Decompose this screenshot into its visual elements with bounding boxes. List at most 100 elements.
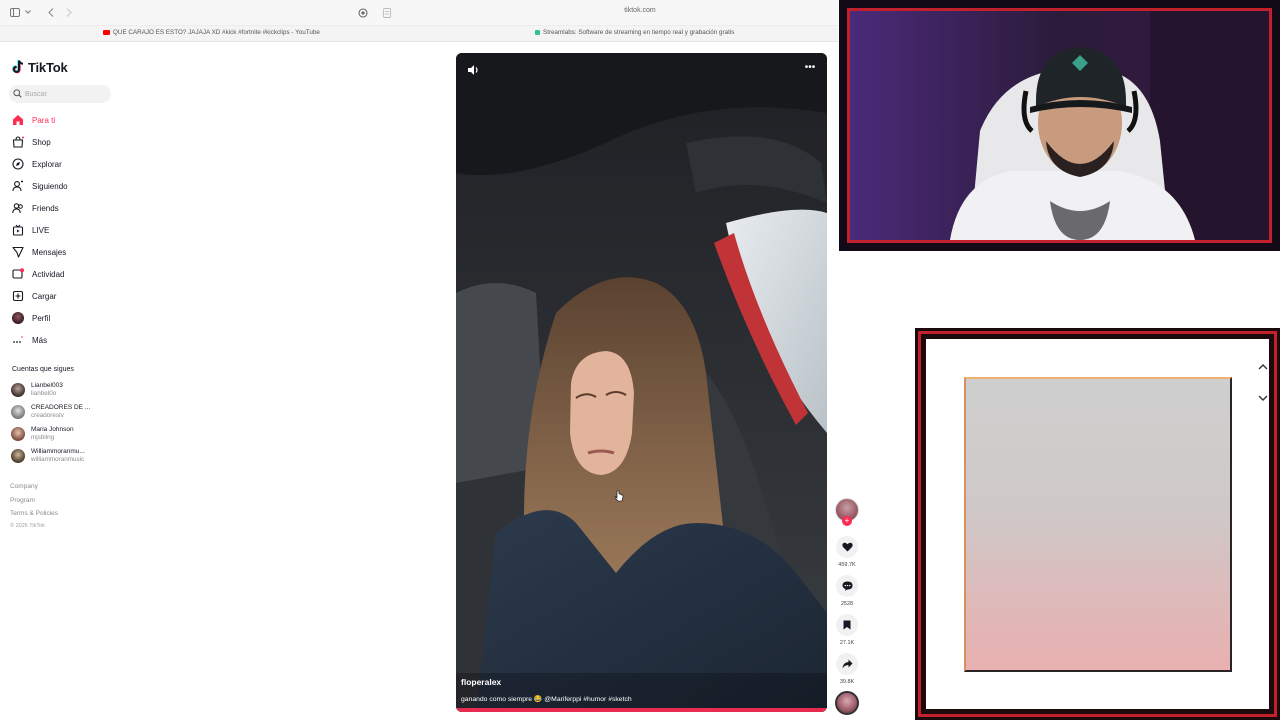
live-icon: [11, 223, 25, 237]
activity-icon: [11, 267, 25, 281]
heart-icon: [841, 542, 853, 552]
avatar: [11, 405, 25, 419]
screen: tiktok.com QUE CARAJO ES ESTO? JAJAJA XD…: [0, 0, 1280, 720]
friends-icon: [11, 201, 25, 215]
nav-label: Más: [32, 335, 48, 345]
search-input[interactable]: [25, 88, 107, 100]
like-count: 459.7K: [838, 562, 856, 568]
following-account[interactable]: Williammoranmu... williammoranmusic: [11, 446, 121, 466]
bookmark-label: Streamlabs: Software de streaming en tie…: [543, 29, 735, 36]
footer-link-terms[interactable]: Terms & Policies: [10, 510, 58, 517]
search-icon: [13, 89, 22, 98]
following-icon: [11, 179, 25, 193]
music-disc[interactable]: [835, 691, 859, 715]
avatar: [11, 449, 25, 463]
nav-siguiendo[interactable]: Siguiendo: [11, 178, 121, 194]
nav-explorar[interactable]: Explorar: [11, 156, 121, 172]
more-icon: [11, 333, 25, 347]
following-account[interactable]: Maria Johnson mjsbling: [11, 424, 121, 444]
streamlabs-icon: [535, 29, 540, 35]
nav-label: Friends: [32, 203, 59, 213]
messages-icon: [11, 245, 25, 259]
nav-para-ti[interactable]: Para ti: [11, 112, 121, 128]
video-frame: [456, 53, 827, 712]
mouse-cursor-icon: [614, 490, 624, 502]
nav-cargar[interactable]: Cargar: [11, 288, 121, 304]
chevron-down-icon[interactable]: [25, 10, 31, 14]
nav-actividad[interactable]: Actividad: [11, 266, 121, 282]
nav-label: LIVE: [32, 225, 50, 235]
video-author[interactable]: floperalex: [461, 677, 501, 687]
nav-label: Shop: [32, 137, 51, 147]
nav-label: Cargar: [32, 291, 57, 301]
footer-link-company[interactable]: Company: [10, 483, 38, 490]
profile-avatar: [11, 311, 25, 325]
search-box[interactable]: [9, 85, 111, 103]
privacy-shield-icon[interactable]: [358, 8, 368, 18]
nav-label: Mensajes: [32, 247, 67, 257]
bookmark-youtube[interactable]: QUE CARAJO ES ESTO? JAJAJA XD #kick #for…: [103, 29, 320, 36]
nav-label: Siguiendo: [32, 181, 68, 191]
avatar: [11, 427, 25, 441]
webcam-frame: [847, 8, 1272, 243]
shop-icon: [11, 135, 25, 149]
upload-icon: [11, 289, 25, 303]
tiktok-logo-icon: [12, 60, 24, 74]
nav-perfil[interactable]: Perfil: [11, 310, 121, 326]
stream-overlay-panel: [915, 328, 1280, 720]
nav-live[interactable]: LIVE: [11, 222, 121, 238]
panel-content: [926, 339, 1269, 709]
following-account[interactable]: CREADORES DE ... creadorestv: [11, 402, 121, 422]
nav-mensajes[interactable]: Mensajes: [11, 244, 121, 260]
video-caption: ganando como siempre 😂 @Mariferppi #humo…: [461, 696, 632, 703]
compass-icon: [11, 157, 25, 171]
comment-count: 2528: [840, 601, 854, 607]
avatar: [11, 383, 25, 397]
volume-icon[interactable]: [466, 63, 480, 77]
bookmarks-bar: QUE CARAJO ES ESTO? JAJAJA XD #kick #for…: [0, 26, 838, 42]
account-name: Maria Johnson: [31, 426, 74, 433]
account-handle: lianbel0o: [31, 390, 57, 397]
footer-link-program[interactable]: Program: [10, 497, 35, 504]
share-button[interactable]: [836, 653, 858, 675]
address-bar[interactable]: tiktok.com: [560, 7, 720, 14]
nav-label: Explorar: [32, 159, 62, 169]
share-icon: [842, 659, 852, 669]
account-name: Williammoranmu...: [31, 448, 85, 455]
following-account[interactable]: Lianbel003 lianbel0o: [11, 380, 121, 400]
account-name: CREADORES DE ...: [31, 404, 91, 411]
account-handle: williammoranmusic: [31, 456, 85, 463]
back-icon[interactable]: [48, 8, 54, 17]
tiktok-logo[interactable]: TikTok: [12, 58, 68, 76]
save-button[interactable]: [836, 614, 858, 636]
copyright-text: © 2026 TikTok: [10, 523, 45, 529]
streamer-webcam: [850, 11, 1269, 240]
bookmark-streamlabs[interactable]: Streamlabs: Software de streaming en tie…: [535, 29, 734, 36]
nav-shop[interactable]: Shop: [11, 134, 121, 150]
follow-plus-icon[interactable]: +: [842, 516, 852, 526]
account-name: Lianbel003: [31, 382, 63, 389]
nav-label: Actividad: [32, 269, 65, 279]
bookmark-label: QUE CARAJO ES ESTO? JAJAJA XD #kick #for…: [113, 29, 320, 36]
chevron-down-icon[interactable]: [1256, 391, 1270, 405]
chevron-up-icon[interactable]: [1256, 360, 1270, 374]
webcam-overlay: [839, 0, 1280, 251]
share-count: 39.8K: [839, 679, 855, 685]
home-icon: [11, 113, 25, 127]
sidebar-toggle-icon[interactable]: [10, 8, 20, 17]
logo-text: TikTok: [28, 59, 68, 75]
youtube-icon: [103, 29, 110, 35]
nav-mas[interactable]: Más: [11, 332, 121, 348]
video-player[interactable]: ••• floperalex ganando como siempre 😂 @M…: [456, 53, 827, 712]
account-handle: creadorestv: [31, 412, 64, 419]
account-handle: mjsbling: [31, 434, 55, 441]
forward-icon[interactable]: [66, 8, 72, 17]
more-options-icon[interactable]: •••: [803, 63, 817, 77]
reader-icon[interactable]: [383, 8, 391, 18]
nav-friends[interactable]: Friends: [11, 200, 121, 216]
like-button[interactable]: [836, 536, 858, 558]
comment-button[interactable]: [836, 575, 858, 597]
nav-label: Para ti: [32, 115, 56, 125]
bookmark-icon: [843, 620, 851, 630]
comment-icon: [842, 581, 852, 591]
